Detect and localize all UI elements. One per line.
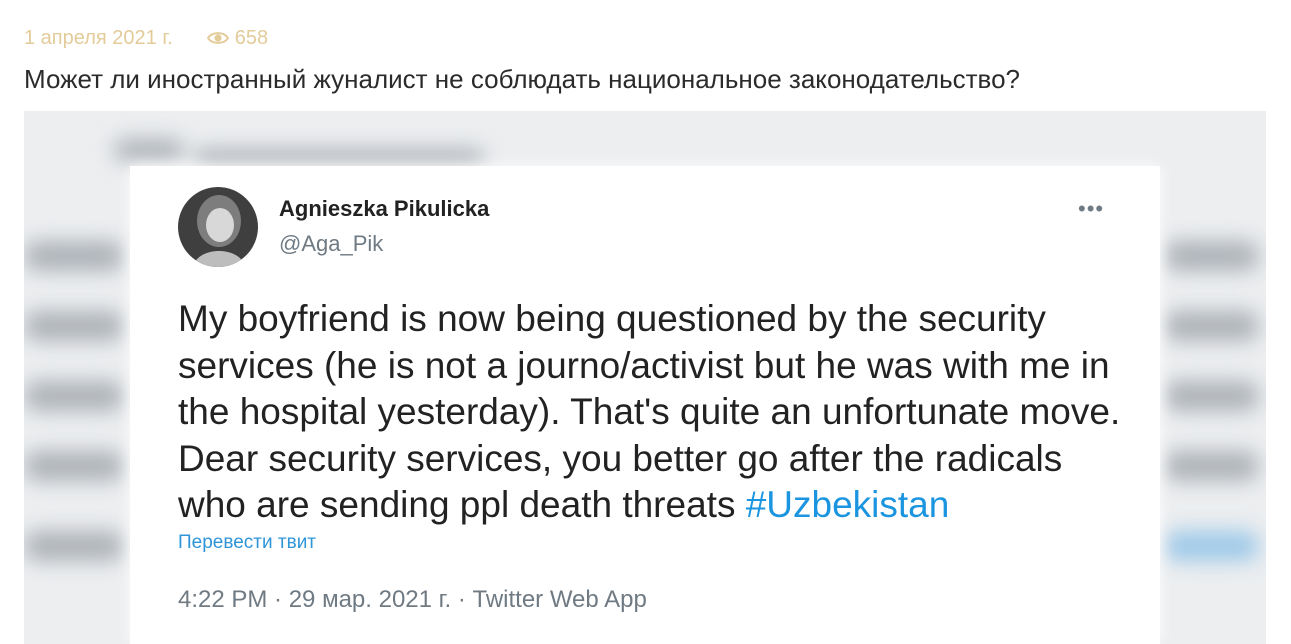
tweet-body: My boyfriend is now being questioned by … bbox=[178, 298, 1121, 525]
tweet-text: My boyfriend is now being questioned by … bbox=[178, 296, 1138, 529]
blurred-text bbox=[114, 139, 184, 161]
eye-icon bbox=[206, 32, 229, 44]
tweet-timestamp[interactable]: 4:22 PM · 29 мар. 2021 г. · Twitter Web … bbox=[178, 586, 647, 614]
blurred-text bbox=[24, 381, 124, 411]
tweet-card: Agnieszka Pikulicka @Aga_Pik ••• My boyf… bbox=[130, 166, 1160, 644]
more-icon[interactable]: ••• bbox=[1078, 196, 1104, 222]
blurred-text bbox=[1164, 311, 1259, 341]
article-meta: 1 апреля 2021 г. 658 bbox=[24, 26, 268, 50]
blurred-text bbox=[1164, 381, 1259, 411]
blurred-text bbox=[24, 451, 124, 481]
translate-tweet-link[interactable]: Перевести твит bbox=[178, 532, 316, 554]
blurred-text bbox=[24, 241, 124, 271]
publish-date: 1 апреля 2021 г. bbox=[24, 26, 173, 49]
avatar[interactable] bbox=[178, 187, 258, 267]
blurred-text bbox=[194, 149, 484, 167]
author-name[interactable]: Agnieszka Pikulicka bbox=[279, 196, 489, 222]
blurred-text bbox=[24, 531, 124, 561]
view-count-value: 658 bbox=[234, 26, 269, 49]
blurred-text bbox=[1164, 451, 1259, 481]
blurred-text bbox=[1164, 241, 1259, 271]
article-title: Может ли иностранный жуналист не соблюда… bbox=[24, 64, 1020, 94]
hashtag-link[interactable]: #Uzbekistan bbox=[746, 484, 950, 525]
author-handle[interactable]: @Aga_Pik bbox=[279, 231, 383, 257]
avatar-image bbox=[178, 187, 258, 267]
blurred-text bbox=[1164, 531, 1259, 561]
view-count: 658 bbox=[206, 26, 269, 50]
blurred-text bbox=[24, 311, 124, 341]
